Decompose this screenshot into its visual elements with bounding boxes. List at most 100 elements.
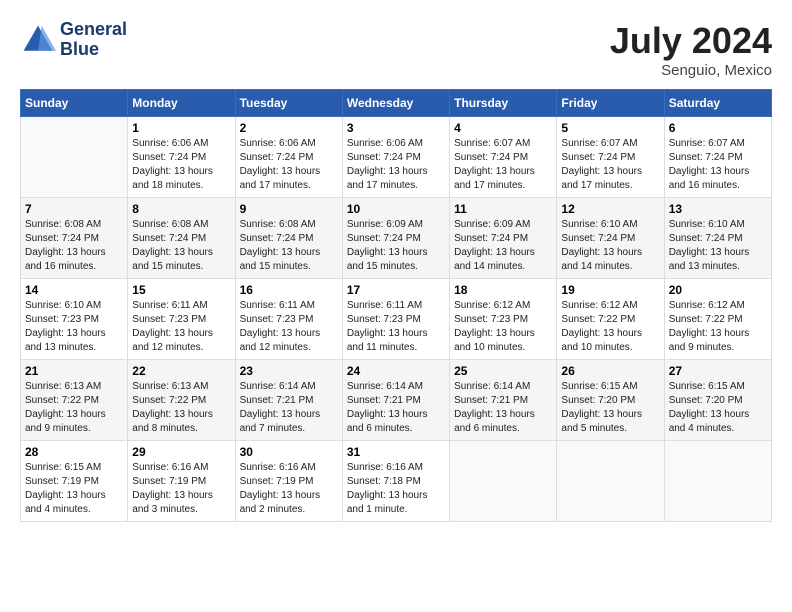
calendar-cell: 24Sunrise: 6:14 AMSunset: 7:21 PMDayligh… [342, 360, 449, 441]
day-number: 12 [561, 202, 659, 216]
logo-icon [20, 22, 56, 58]
day-info: Sunrise: 6:14 AMSunset: 7:21 PMDaylight:… [454, 380, 552, 436]
day-number: 9 [240, 202, 338, 216]
week-row-2: 7 Sunrise: 6:08 AMSunset: 7:24 PMDaylight… [21, 198, 772, 279]
calendar-cell: 12Sunrise: 6:10 AMSunset: 7:24 PMDayligh… [557, 198, 664, 279]
day-info: Sunrise: 6:12 AMSunset: 7:23 PMDaylight:… [454, 299, 552, 355]
week-row-4: 21Sunrise: 6:13 AMSunset: 7:22 PMDayligh… [21, 360, 772, 441]
calendar-cell: 6 Sunrise: 6:07 AMSunset: 7:24 PMDaylight… [664, 117, 771, 198]
logo-text: General Blue [60, 20, 127, 60]
day-number: 11 [454, 202, 552, 216]
calendar-cell [450, 441, 557, 522]
header-tuesday: Tuesday [235, 90, 342, 117]
day-info: Sunrise: 6:08 AMSunset: 7:24 PMDaylight:… [132, 218, 230, 274]
calendar-cell: 23 Sunrise: 6:14 AMSunset: 7:21 PMDayligh… [235, 360, 342, 441]
calendar-cell: 31 Sunrise: 6:16 AMSunset: 7:18 PMDayligh… [342, 441, 449, 522]
week-row-5: 28 Sunrise: 6:15 AMSunset: 7:19 PMDayligh… [21, 441, 772, 522]
day-number: 25 [454, 364, 552, 378]
day-number: 31 [347, 445, 445, 459]
header-saturday: Saturday [664, 90, 771, 117]
week-row-3: 14Sunrise: 6:10 AMSunset: 7:23 PMDayligh… [21, 279, 772, 360]
title-block: July 2024 Senguio, Mexico [610, 20, 772, 79]
day-number: 30 [240, 445, 338, 459]
day-number: 18 [454, 283, 552, 297]
day-number: 22 [132, 364, 230, 378]
calendar-cell: 5 Sunrise: 6:07 AMSunset: 7:24 PMDaylight… [557, 117, 664, 198]
calendar-cell [664, 441, 771, 522]
day-info: Sunrise: 6:06 AMSunset: 7:24 PMDaylight:… [347, 137, 445, 193]
calendar-cell: 25 Sunrise: 6:14 AMSunset: 7:21 PMDayligh… [450, 360, 557, 441]
day-info: Sunrise: 6:07 AMSunset: 7:24 PMDaylight:… [561, 137, 659, 193]
day-info: Sunrise: 6:12 AMSunset: 7:22 PMDaylight:… [561, 299, 659, 355]
day-number: 15 [132, 283, 230, 297]
calendar-cell: 15 Sunrise: 6:11 AMSunset: 7:23 PMDayligh… [128, 279, 235, 360]
day-info: Sunrise: 6:15 AMSunset: 7:19 PMDaylight:… [25, 461, 123, 517]
day-number: 3 [347, 121, 445, 135]
day-number: 24 [347, 364, 445, 378]
day-info: Sunrise: 6:15 AMSunset: 7:20 PMDaylight:… [669, 380, 767, 436]
day-info: Sunrise: 6:09 AMSunset: 7:24 PMDaylight:… [454, 218, 552, 274]
day-number: 7 [25, 202, 123, 216]
calendar-cell: 17Sunrise: 6:11 AMSunset: 7:23 PMDayligh… [342, 279, 449, 360]
day-number: 16 [240, 283, 338, 297]
calendar-cell: 4Sunrise: 6:07 AMSunset: 7:24 PMDaylight… [450, 117, 557, 198]
calendar-cell: 27 Sunrise: 6:15 AMSunset: 7:20 PMDayligh… [664, 360, 771, 441]
day-info: Sunrise: 6:07 AMSunset: 7:24 PMDaylight:… [669, 137, 767, 193]
day-info: Sunrise: 6:13 AMSunset: 7:22 PMDaylight:… [25, 380, 123, 436]
calendar-cell: 16Sunrise: 6:11 AMSunset: 7:23 PMDayligh… [235, 279, 342, 360]
day-number: 13 [669, 202, 767, 216]
calendar-cell: 7 Sunrise: 6:08 AMSunset: 7:24 PMDaylight… [21, 198, 128, 279]
day-number: 23 [240, 364, 338, 378]
week-row-1: 1 Sunrise: 6:06 AMSunset: 7:24 PMDaylight… [21, 117, 772, 198]
calendar-cell: 22 Sunrise: 6:13 AMSunset: 7:22 PMDayligh… [128, 360, 235, 441]
calendar-cell: 9Sunrise: 6:08 AMSunset: 7:24 PMDaylight… [235, 198, 342, 279]
calendar-cell: 26Sunrise: 6:15 AMSunset: 7:20 PMDayligh… [557, 360, 664, 441]
logo: General Blue [20, 20, 127, 60]
day-number: 1 [132, 121, 230, 135]
calendar-cell [557, 441, 664, 522]
calendar-cell: 29Sunrise: 6:16 AMSunset: 7:19 PMDayligh… [128, 441, 235, 522]
calendar-cell: 3 Sunrise: 6:06 AMSunset: 7:24 PMDaylight… [342, 117, 449, 198]
location: Senguio, Mexico [610, 62, 772, 79]
calendar-cell: 30Sunrise: 6:16 AMSunset: 7:19 PMDayligh… [235, 441, 342, 522]
header-thursday: Thursday [450, 90, 557, 117]
day-number: 27 [669, 364, 767, 378]
day-info: Sunrise: 6:16 AMSunset: 7:19 PMDaylight:… [132, 461, 230, 517]
calendar-cell: 2Sunrise: 6:06 AMSunset: 7:24 PMDaylight… [235, 117, 342, 198]
day-number: 2 [240, 121, 338, 135]
day-number: 8 [132, 202, 230, 216]
day-number: 28 [25, 445, 123, 459]
day-info: Sunrise: 6:09 AMSunset: 7:24 PMDaylight:… [347, 218, 445, 274]
calendar-cell: 20 Sunrise: 6:12 AMSunset: 7:22 PMDayligh… [664, 279, 771, 360]
day-info: Sunrise: 6:07 AMSunset: 7:24 PMDaylight:… [454, 137, 552, 193]
page-header: General Blue July 2024 Senguio, Mexico [20, 20, 772, 79]
day-info: Sunrise: 6:11 AMSunset: 7:23 PMDaylight:… [347, 299, 445, 355]
day-number: 20 [669, 283, 767, 297]
calendar-cell: 19 Sunrise: 6:12 AMSunset: 7:22 PMDayligh… [557, 279, 664, 360]
day-number: 10 [347, 202, 445, 216]
day-number: 19 [561, 283, 659, 297]
header-monday: Monday [128, 90, 235, 117]
day-info: Sunrise: 6:13 AMSunset: 7:22 PMDaylight:… [132, 380, 230, 436]
calendar-cell: 28 Sunrise: 6:15 AMSunset: 7:19 PMDayligh… [21, 441, 128, 522]
calendar-cell [21, 117, 128, 198]
day-number: 5 [561, 121, 659, 135]
day-info: Sunrise: 6:10 AMSunset: 7:23 PMDaylight:… [25, 299, 123, 355]
calendar-cell: 11 Sunrise: 6:09 AMSunset: 7:24 PMDayligh… [450, 198, 557, 279]
day-info: Sunrise: 6:12 AMSunset: 7:22 PMDaylight:… [669, 299, 767, 355]
month-title: July 2024 [610, 20, 772, 62]
calendar-cell: 21Sunrise: 6:13 AMSunset: 7:22 PMDayligh… [21, 360, 128, 441]
header-wednesday: Wednesday [342, 90, 449, 117]
header-friday: Friday [557, 90, 664, 117]
header-sunday: Sunday [21, 90, 128, 117]
calendar-table: SundayMondayTuesdayWednesdayThursdayFrid… [20, 89, 772, 522]
day-number: 26 [561, 364, 659, 378]
calendar-cell: 18 Sunrise: 6:12 AMSunset: 7:23 PMDayligh… [450, 279, 557, 360]
day-info: Sunrise: 6:14 AMSunset: 7:21 PMDaylight:… [240, 380, 338, 436]
calendar-cell: 8 Sunrise: 6:08 AMSunset: 7:24 PMDaylight… [128, 198, 235, 279]
day-info: Sunrise: 6:11 AMSunset: 7:23 PMDaylight:… [132, 299, 230, 355]
day-info: Sunrise: 6:08 AMSunset: 7:24 PMDaylight:… [25, 218, 123, 274]
day-info: Sunrise: 6:16 AMSunset: 7:18 PMDaylight:… [347, 461, 445, 517]
day-number: 6 [669, 121, 767, 135]
day-info: Sunrise: 6:10 AMSunset: 7:24 PMDaylight:… [669, 218, 767, 274]
